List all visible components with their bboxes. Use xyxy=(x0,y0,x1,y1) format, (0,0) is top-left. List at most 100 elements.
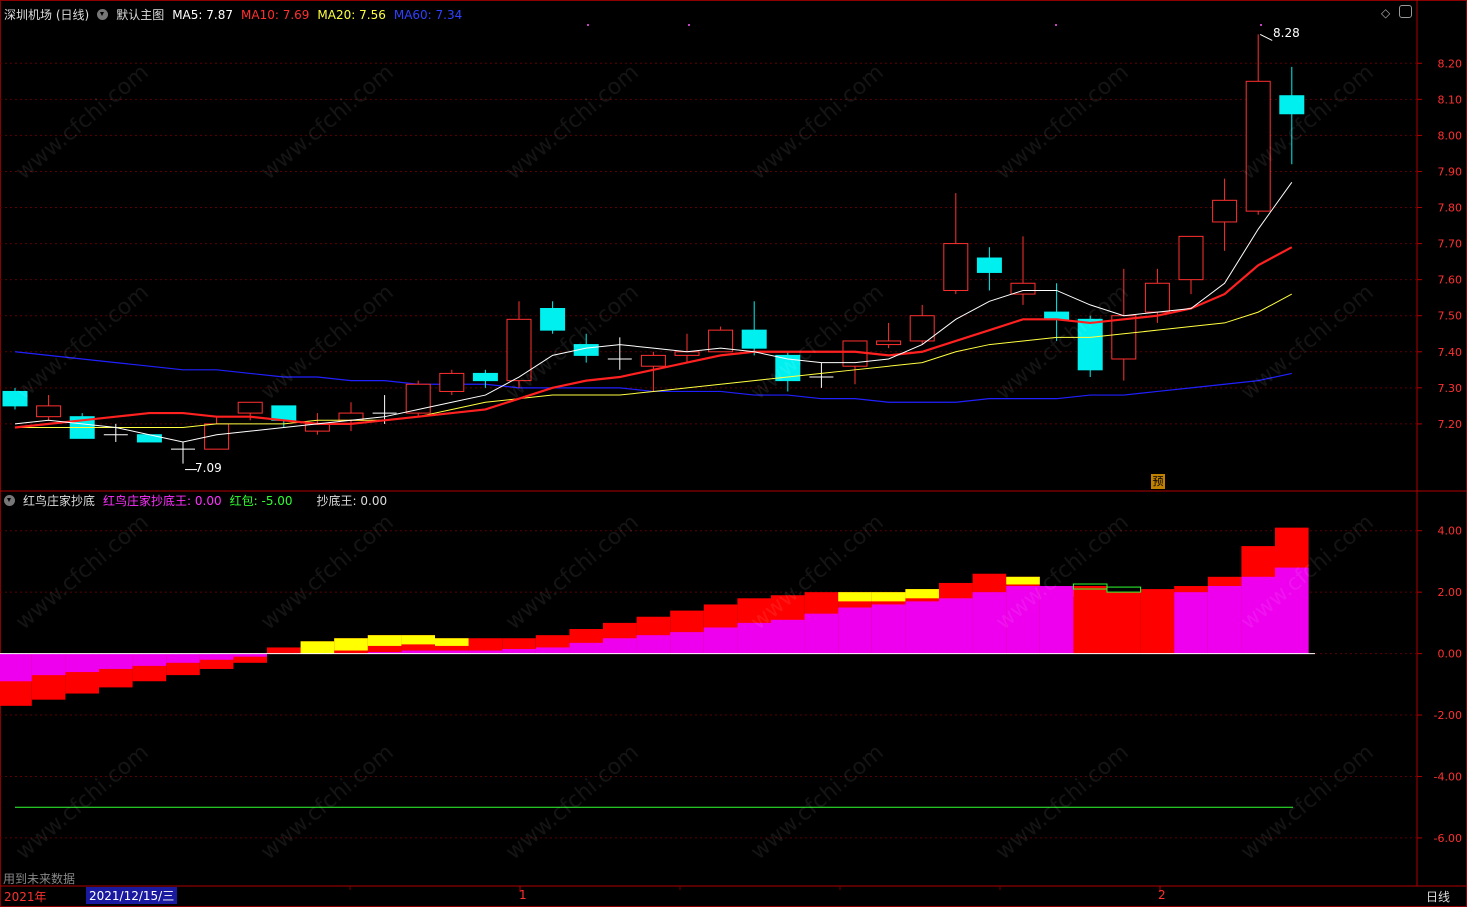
candle[interactable] xyxy=(876,322,902,349)
candle[interactable] xyxy=(1111,268,1137,381)
indicator-magenta-bar xyxy=(569,642,603,654)
indicator-title[interactable]: 红鸟庄家抄底 xyxy=(23,492,95,509)
ma5-readout: MA5: 7.87 xyxy=(172,8,233,22)
ma20-readout: MA20: 7.56 xyxy=(317,8,385,22)
indicator-green-box xyxy=(1106,586,1142,593)
price-tick-label: 7.40 xyxy=(1438,346,1463,359)
candle-body-down xyxy=(271,405,297,421)
candle-body-up xyxy=(1245,80,1271,212)
candle-body-down xyxy=(136,434,162,443)
template-name[interactable]: 默认主图 xyxy=(116,6,164,23)
ma10-readout: MA10: 7.69 xyxy=(241,8,309,22)
candle[interactable] xyxy=(1245,34,1271,215)
date-cursor[interactable]: 2021/12/15/三 xyxy=(86,887,178,904)
indicator-tick-label: -4.00 xyxy=(1434,770,1462,783)
indicator-magenta-bar xyxy=(31,653,66,676)
indicator-bars[interactable] xyxy=(0,527,1315,808)
indicator-yellow-bar xyxy=(401,635,435,645)
cdw-readout: 抄底王: 0.00 xyxy=(317,492,388,509)
indicator-magenta-bar xyxy=(1174,592,1208,654)
hnzj-label: 红鸟庄家抄底王: xyxy=(103,494,192,508)
candle[interactable] xyxy=(136,434,162,443)
indicator-red-bar xyxy=(1140,589,1175,654)
indicator-magenta-bar xyxy=(703,627,738,654)
month-1-label: 1 xyxy=(519,888,527,902)
ma10-label: MA10: xyxy=(241,7,279,22)
indicator-magenta-bar xyxy=(132,653,167,666)
ma10-value: 7.69 xyxy=(282,7,310,22)
diamond-icon[interactable]: ◇ xyxy=(1381,6,1390,20)
ma60-readout: MA60: 7.34 xyxy=(394,8,462,22)
dropdown-icon[interactable] xyxy=(97,9,109,20)
candle[interactable] xyxy=(2,387,28,410)
signal-dot xyxy=(587,24,589,26)
price-tick-label: 8.00 xyxy=(1438,129,1463,142)
indicator-magenta-bar xyxy=(65,653,99,673)
indicator-legend: 红鸟庄家抄底 红鸟庄家抄底王: 0.00 红包: -5.00 抄底王: 0.00 xyxy=(4,492,387,509)
indicator-magenta-bar xyxy=(603,638,637,654)
candle[interactable] xyxy=(506,301,532,388)
indicator-yellow-bar xyxy=(367,635,402,646)
indicator-yellow-bar xyxy=(871,592,906,602)
candle[interactable] xyxy=(540,301,566,334)
candle-body-down xyxy=(472,372,498,382)
candle[interactable] xyxy=(204,416,230,450)
candle-body-down xyxy=(976,257,1002,273)
window-toggle-icon[interactable] xyxy=(1399,5,1412,18)
candle[interactable] xyxy=(674,333,700,363)
candle[interactable] xyxy=(1279,66,1305,165)
candle[interactable] xyxy=(775,351,801,392)
indicator-magenta-bar xyxy=(871,604,906,654)
candle[interactable] xyxy=(171,441,195,464)
candle-body-up xyxy=(1212,199,1238,223)
ma20-label: MA20: xyxy=(317,7,356,22)
indicator-magenta-bar xyxy=(939,598,973,654)
main-title[interactable]: 深圳机场 (日线) xyxy=(4,6,89,23)
indicator-yellow-bar xyxy=(838,592,872,602)
chart-stage: 8.20 8.10 8.00 7.90 7.80 7.70 7.60 7.50 7.40 7.30… xyxy=(0,0,1467,907)
main-legend: 深圳机场 (日线) 默认主图 MA5: 7.87 MA10: 7.69 MA20… xyxy=(4,6,462,23)
candle[interactable] xyxy=(741,301,767,356)
price-tick-label: 8.10 xyxy=(1438,93,1463,106)
candle[interactable] xyxy=(809,362,834,388)
candle-body-up xyxy=(1111,315,1137,360)
candlesticks[interactable] xyxy=(2,34,1305,464)
hb-readout: 红包: -5.00 xyxy=(230,492,293,509)
future-data-note: 用到未来数据 xyxy=(3,872,76,886)
indicator-magenta-bar xyxy=(771,619,805,654)
candle[interactable] xyxy=(36,395,62,421)
candle[interactable] xyxy=(1010,236,1036,305)
candle[interactable] xyxy=(69,413,95,439)
period-button[interactable]: 日线 xyxy=(1426,888,1450,905)
candle[interactable] xyxy=(439,369,465,396)
candle[interactable] xyxy=(607,337,632,370)
candle[interactable] xyxy=(1077,315,1103,378)
indicator-yellow-bar xyxy=(300,641,335,654)
price-tick-label: 7.20 xyxy=(1438,418,1463,431)
candle[interactable] xyxy=(1044,283,1070,341)
candle-body-up xyxy=(439,372,465,392)
indicator-magenta-bar xyxy=(972,592,1007,654)
candle[interactable] xyxy=(338,402,364,432)
candle-body-down xyxy=(1279,95,1305,115)
candle-body-down xyxy=(540,308,566,331)
chart-canvas[interactable]: 8.20 8.10 8.00 7.90 7.80 7.70 7.60 7.50 7.40 7.30… xyxy=(0,0,1467,907)
indicator-magenta-bar xyxy=(1006,586,1040,654)
candle[interactable] xyxy=(1178,235,1204,295)
candle-body-up xyxy=(640,354,666,367)
indicator-red-bar xyxy=(267,647,301,654)
indicator-magenta-bar xyxy=(502,648,536,654)
indicator-dropdown-icon[interactable] xyxy=(4,495,15,506)
price-tick-label: 7.30 xyxy=(1438,382,1463,395)
candle[interactable] xyxy=(943,193,969,295)
predict-badge[interactable]: 预 xyxy=(1151,474,1165,489)
hb-label: 红包: xyxy=(229,494,258,508)
candle-body-up xyxy=(943,243,969,291)
hnzj-readout: 红鸟庄家抄底王: 0.00 xyxy=(103,492,222,509)
indicator-magenta-bar xyxy=(99,653,133,669)
signal-dot xyxy=(1260,24,1262,26)
indicator-magenta-bar xyxy=(670,632,704,654)
candle[interactable] xyxy=(976,247,1002,291)
candle[interactable] xyxy=(1212,178,1238,251)
indicator-magenta-bar xyxy=(1207,586,1242,654)
